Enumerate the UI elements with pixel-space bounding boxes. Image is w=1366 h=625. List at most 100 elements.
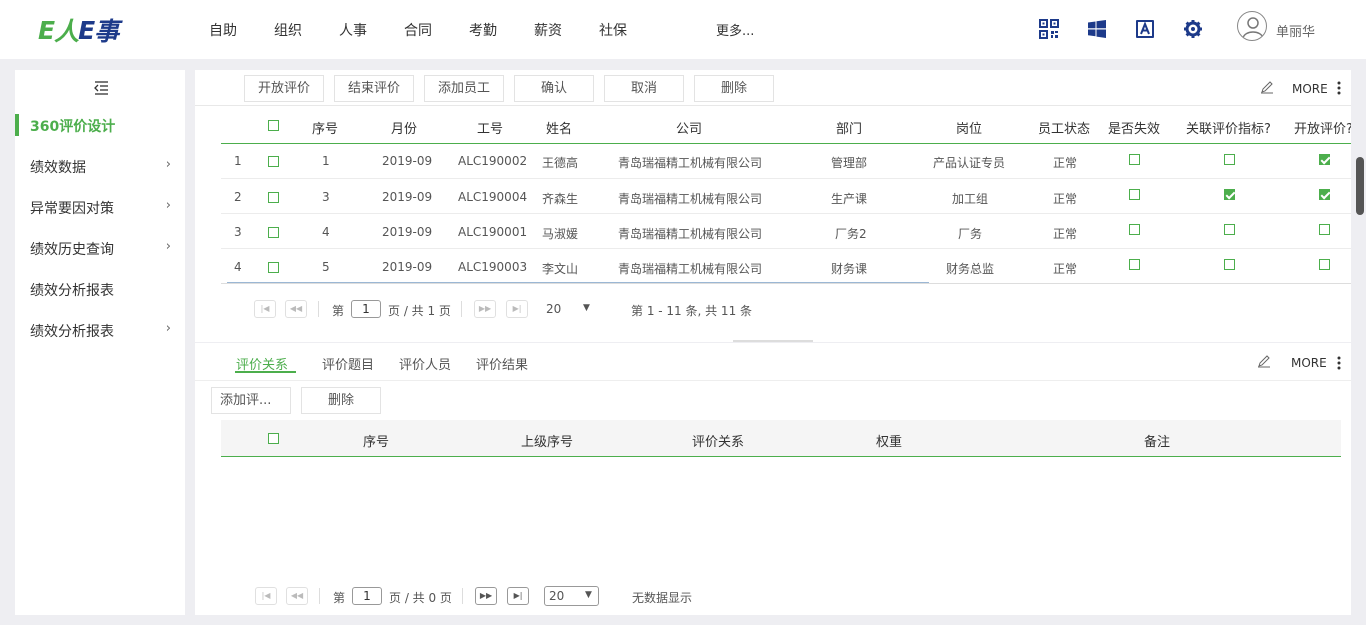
sidebar-item-360-design[interactable]: 360评价设计 <box>30 116 185 136</box>
select-all-checkbox[interactable] <box>268 433 279 444</box>
nav-item[interactable]: 合同 <box>404 20 469 40</box>
add-evaluation-button[interactable]: 添加评... <box>211 387 291 414</box>
tab-evaluation-questions[interactable]: 评价题目 <box>322 354 374 373</box>
linked-checkbox[interactable] <box>1224 189 1235 200</box>
column-header[interactable]: 序号 <box>312 118 338 137</box>
row-checkbox[interactable] <box>268 192 279 203</box>
sidebar-item-label: 绩效分析报表 <box>30 324 114 340</box>
open-checkbox[interactable] <box>1319 259 1330 270</box>
column-header[interactable]: 公司 <box>676 118 702 137</box>
column-header[interactable]: 评价关系 <box>692 431 744 450</box>
delete-button[interactable]: 删除 <box>694 75 774 102</box>
column-header[interactable]: 岗位 <box>956 118 982 137</box>
main-nav: 自助 组织 人事 合同 考勤 薪资 社保 更多... <box>209 0 754 59</box>
column-header[interactable]: 关联评价指标? <box>1186 118 1271 137</box>
windows-icon[interactable] <box>1087 17 1107 41</box>
invalid-checkbox[interactable] <box>1129 189 1140 200</box>
tab-evaluation-results[interactable]: 评价结果 <box>476 354 528 373</box>
logo-letter: 人 <box>54 17 79 46</box>
linked-checkbox[interactable] <box>1224 259 1235 270</box>
open-checkbox[interactable] <box>1319 189 1330 200</box>
column-header[interactable]: 员工状态 <box>1038 118 1090 137</box>
nav-more[interactable]: 更多... <box>716 20 754 39</box>
column-header[interactable]: 权重 <box>876 431 902 450</box>
nav-item[interactable]: 薪资 <box>534 20 599 40</box>
last-page-button[interactable]: ▶| <box>506 300 528 318</box>
open-checkbox[interactable] <box>1319 224 1330 235</box>
nav-item[interactable]: 人事 <box>339 20 404 40</box>
kebab-menu-icon[interactable] <box>1337 81 1341 95</box>
cell-name: 齐森生 <box>542 192 579 206</box>
column-header[interactable]: 姓名 <box>546 118 572 137</box>
invalid-checkbox[interactable] <box>1129 154 1140 165</box>
panel-splitter-handle[interactable] <box>733 340 813 342</box>
tab-evaluators[interactable]: 评价人员 <box>399 354 451 373</box>
page-size-select[interactable]: 20 ▼ <box>544 586 599 606</box>
sidebar-item-exception-measures[interactable]: 异常要因对策 › <box>30 198 185 218</box>
font-icon[interactable] <box>1135 17 1155 41</box>
sidebar-item-analysis-report[interactable]: 绩效分析报表 <box>30 280 185 300</box>
confirm-button[interactable]: 确认 <box>514 75 594 102</box>
row-checkbox[interactable] <box>268 227 279 238</box>
page-input[interactable]: 1 <box>352 587 382 605</box>
invalid-checkbox[interactable] <box>1129 224 1140 235</box>
sidebar-item-history-query[interactable]: 绩效历史查询 › <box>30 239 185 259</box>
prev-page-button[interactable]: ◀◀ <box>286 587 308 605</box>
open-checkbox[interactable] <box>1319 154 1330 165</box>
linked-checkbox[interactable] <box>1224 154 1235 165</box>
invalid-checkbox[interactable] <box>1129 259 1140 270</box>
first-page-button[interactable]: |◀ <box>255 587 277 605</box>
column-header[interactable]: 备注 <box>1144 431 1170 450</box>
pager-separator <box>319 588 320 604</box>
prev-page-button[interactable]: ◀◀ <box>285 300 307 318</box>
row-checkbox[interactable] <box>268 262 279 273</box>
more-button[interactable]: MORE <box>1292 82 1328 96</box>
column-header[interactable]: 是否失效 <box>1108 118 1160 137</box>
sidebar-item-analysis-report-2[interactable]: 绩效分析报表 › <box>30 321 185 341</box>
qr-code-icon[interactable] <box>1039 17 1059 41</box>
edit-icon[interactable] <box>1260 80 1274 94</box>
sidebar-item-performance-data[interactable]: 绩效数据 › <box>30 157 185 177</box>
column-header[interactable]: 部门 <box>836 118 862 137</box>
linked-checkbox[interactable] <box>1224 224 1235 235</box>
edit-icon[interactable] <box>1257 354 1271 368</box>
avatar[interactable] <box>1237 11 1267 41</box>
logo-letter: E <box>78 15 95 45</box>
column-header[interactable]: 工号 <box>477 118 503 137</box>
cell-dept: 财务课 <box>831 262 868 276</box>
cancel-button[interactable]: 取消 <box>604 75 684 102</box>
column-header[interactable]: 序号 <box>363 431 389 450</box>
next-page-button[interactable]: ▶▶ <box>475 587 497 605</box>
page-total: 页 / 共 1 页 <box>388 304 451 318</box>
pager-summary: 无数据显示 <box>632 591 693 605</box>
user-name[interactable]: 单丽华 <box>1276 21 1315 40</box>
next-page-button[interactable]: ▶▶ <box>474 300 496 318</box>
column-header[interactable]: 开放评价? <box>1294 118 1351 137</box>
select-all-checkbox[interactable] <box>268 120 279 131</box>
page-input[interactable]: 1 <box>351 300 381 318</box>
gear-icon[interactable] <box>1183 17 1203 41</box>
delete-button[interactable]: 删除 <box>301 387 381 414</box>
cell-company: 青岛瑞福精工机械有限公司 <box>618 262 763 276</box>
chevron-down-icon[interactable]: ▼ <box>583 303 590 313</box>
cell-seq: 4 <box>322 225 330 239</box>
open-evaluation-button[interactable]: 开放评价 <box>244 75 324 102</box>
page-size[interactable]: 20 <box>546 302 561 316</box>
kebab-menu-icon[interactable] <box>1337 356 1341 370</box>
first-page-button[interactable]: |◀ <box>254 300 276 318</box>
row-checkbox[interactable] <box>268 156 279 167</box>
nav-item[interactable]: 组织 <box>274 20 339 40</box>
nav-item[interactable]: 社保 <box>599 20 664 40</box>
nav-item[interactable]: 自助 <box>209 20 274 40</box>
app-logo[interactable]: E 人 E 事 <box>38 14 119 47</box>
collapse-menu-icon[interactable] <box>93 81 109 95</box>
vertical-scrollbar[interactable] <box>1356 157 1364 215</box>
add-employee-button[interactable]: 添加员工 <box>424 75 504 102</box>
last-page-button[interactable]: ▶| <box>507 587 529 605</box>
more-button[interactable]: MORE <box>1291 356 1327 370</box>
end-evaluation-button[interactable]: 结束评价 <box>334 75 414 102</box>
header-underline <box>221 456 1341 457</box>
column-header[interactable]: 上级序号 <box>521 431 573 450</box>
nav-item[interactable]: 考勤 <box>469 20 534 40</box>
column-header[interactable]: 月份 <box>391 118 417 137</box>
